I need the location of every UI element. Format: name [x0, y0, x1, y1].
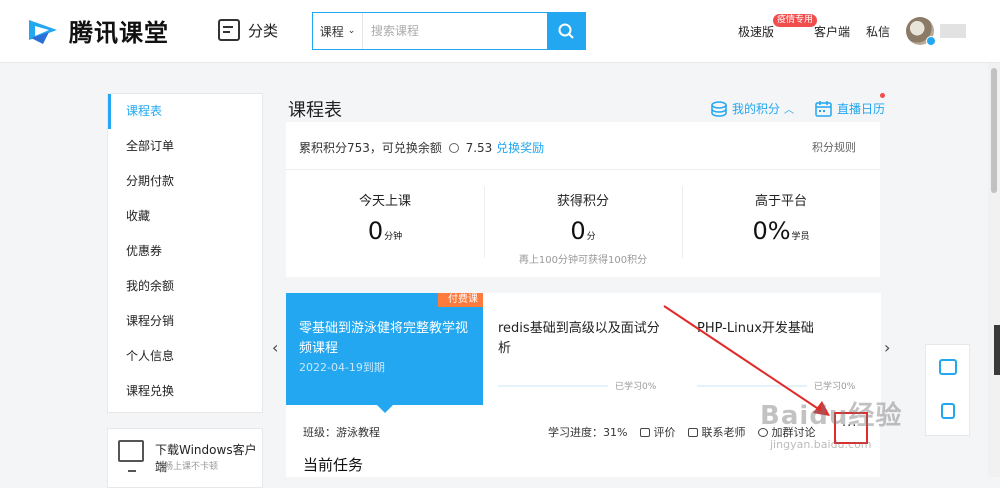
watermark-text: Baidu经验	[760, 401, 903, 431]
watermark-url: jingyan.baidu.com	[770, 438, 872, 451]
